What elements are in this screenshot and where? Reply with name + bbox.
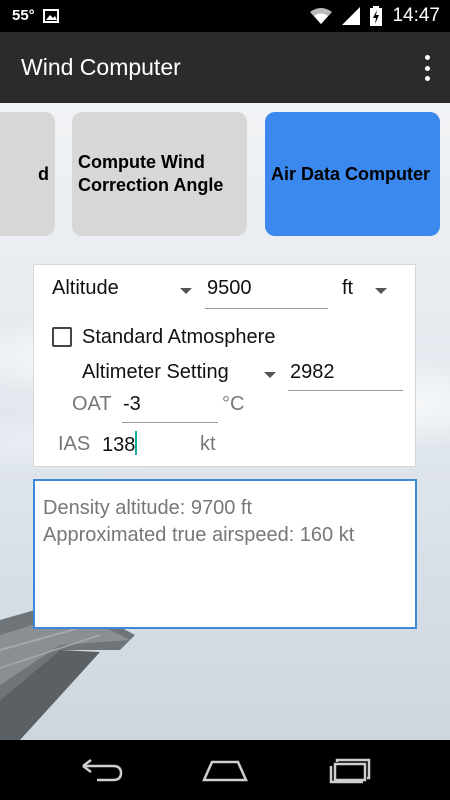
altimeter-setting-spinner[interactable]: Altimeter Setting [82, 361, 282, 391]
dropdown-arrow-icon [264, 372, 276, 378]
altitude-unit-spinner[interactable]: ft [342, 277, 394, 307]
action-bar: Wind Computer [0, 32, 450, 103]
navigation-bar [0, 740, 450, 800]
tab-adc-label: Air Data Computer [271, 163, 431, 184]
dropdown-arrow-icon [180, 288, 192, 294]
recent-apps-icon[interactable] [325, 754, 375, 786]
standard-atmosphere-label: Standard Atmosphere [82, 326, 276, 348]
standard-atmosphere-checkbox[interactable] [52, 327, 72, 347]
ias-unit: kt [200, 433, 216, 455]
altimeter-setting-label: Altimeter Setting [82, 361, 229, 383]
ias-label: IAS [58, 433, 91, 455]
battery-charging-icon [370, 6, 383, 26]
density-altitude-text: Density altitude: 9700 ft [43, 497, 253, 519]
true-airspeed-text: Approximated true airspeed: 160 kt [43, 524, 355, 546]
temperature-text: 55° [12, 7, 35, 24]
home-icon[interactable] [200, 754, 250, 786]
result-box: Density altitude: 9700 ft Approximated t… [33, 479, 417, 629]
clock-text: 14:47 [392, 5, 440, 26]
ias-value: 138 [102, 434, 136, 456]
status-bar: 55° 14:47 [0, 0, 450, 32]
tab-air-data-computer[interactable]: Air Data Computer [265, 112, 440, 236]
dropdown-arrow-icon [375, 288, 387, 294]
oat-label: OAT [72, 393, 112, 415]
signal-icon [342, 7, 361, 25]
image-icon [42, 8, 59, 23]
input-panel: Altitude 9500 ft Standard Atmosphere Alt… [33, 264, 416, 467]
altitude-label: Altitude [52, 277, 119, 299]
altitude-spinner[interactable]: Altitude [52, 277, 197, 307]
oat-unit: °C [222, 393, 245, 415]
text-cursor [135, 431, 138, 455]
tab-compute-wind-correction-angle[interactable]: Compute Wind Correction Angle [72, 112, 247, 236]
altimeter-setting-input[interactable]: 2982 [288, 361, 403, 391]
oat-input[interactable]: -3 [122, 393, 218, 423]
back-icon[interactable] [77, 754, 127, 786]
altitude-input[interactable]: 9500 [205, 277, 328, 309]
wifi-icon [310, 8, 333, 24]
altitude-unit-label: ft [342, 277, 354, 299]
tab-previous[interactable]: d [0, 112, 55, 236]
overflow-menu-icon[interactable] [422, 55, 432, 81]
ias-input[interactable]: 138 [102, 431, 194, 461]
app-title: Wind Computer [21, 54, 181, 80]
tab-wca-label: Compute Wind Correction Angle [78, 152, 224, 195]
tab-previous-label: d [38, 163, 49, 184]
